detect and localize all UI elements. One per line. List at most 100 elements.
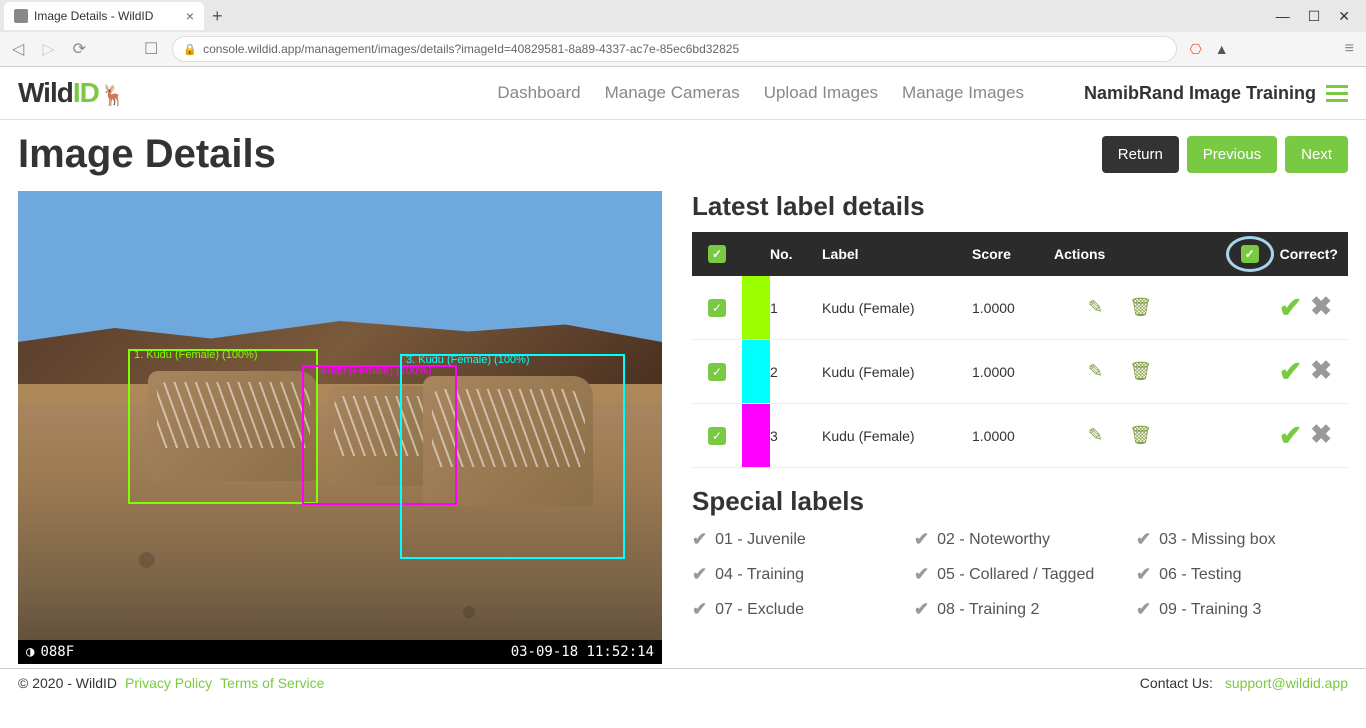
nav-links: Dashboard Manage Cameras Upload Images M…: [497, 83, 1024, 103]
col-correct: ✓ Correct?: [1186, 236, 1348, 272]
brave-shield-icon[interactable]: ⎔: [1187, 40, 1205, 58]
row-checkbox[interactable]: ✓: [708, 299, 726, 317]
previous-button[interactable]: Previous: [1187, 136, 1277, 173]
delete-icon[interactable]: 🗑: [1129, 425, 1152, 446]
logo[interactable]: WildID🦌: [18, 77, 125, 109]
reload-icon[interactable]: ⟳: [69, 37, 90, 61]
bbox-label: 3. Kudu (Female) (100%): [406, 354, 530, 366]
maximize-icon[interactable]: ☐: [1308, 8, 1321, 25]
browser-chrome: Image Details - WildID × + ― ☐ ✕ ◁ ▷ ⟳ ☐…: [0, 0, 1366, 67]
row-color: [742, 404, 770, 467]
row-color: [742, 276, 770, 339]
nav-dashboard[interactable]: Dashboard: [497, 83, 580, 103]
next-button[interactable]: Next: [1285, 136, 1348, 173]
special-label-item[interactable]: ✔08 - Training 2: [914, 599, 1126, 620]
check-icon: ✔: [1136, 529, 1151, 550]
correct-yes-icon[interactable]: ✔: [1279, 291, 1302, 324]
close-tab-icon[interactable]: ×: [186, 8, 194, 24]
contact-email[interactable]: support@wildid.app: [1225, 675, 1348, 691]
edit-icon[interactable]: ✎: [1088, 425, 1103, 446]
page-body: Image Details Return Previous Next 1. Ku…: [0, 120, 1366, 668]
special-label-item[interactable]: ✔04 - Training: [692, 564, 904, 585]
special-label-text: 02 - Noteworthy: [937, 531, 1050, 549]
table-row: ✓2Kudu (Female)1.0000✎🗑✔✖: [692, 340, 1348, 404]
bbox-1: 1. Kudu (Female) (100%): [128, 349, 318, 504]
org-name: NamibRand Image Training: [1084, 83, 1316, 104]
table-header: ✓ No. Label Score Actions ✓ Correct?: [692, 232, 1348, 276]
details-panel: Latest label details ✓ No. Label Score A…: [692, 191, 1348, 664]
delete-icon[interactable]: 🗑: [1129, 297, 1152, 318]
row-no: 3: [770, 428, 822, 444]
privacy-link[interactable]: Privacy Policy: [125, 675, 212, 691]
url-input[interactable]: 🔒 console.wildid.app/management/images/d…: [172, 36, 1176, 62]
table-row: ✓1Kudu (Female)1.0000✎🗑✔✖: [692, 276, 1348, 340]
col-no: No.: [770, 246, 822, 262]
special-label-item[interactable]: ✔ 07 - Exclude: [692, 599, 904, 620]
image-footer: ◑ 088F 03-09-18 11:52:14: [18, 640, 662, 664]
browser-tab[interactable]: Image Details - WildID ×: [4, 2, 204, 30]
logo-text-main: Wild: [18, 77, 73, 108]
table-row: ✓3Kudu (Female)1.0000✎🗑✔✖: [692, 404, 1348, 468]
edit-icon[interactable]: ✎: [1088, 297, 1103, 318]
special-label-item[interactable]: ✔ 01 - Juvenile: [692, 529, 904, 550]
terms-link[interactable]: Terms of Service: [220, 675, 324, 691]
correct-yes-icon[interactable]: ✔: [1279, 355, 1302, 388]
special-label-item[interactable]: ✔09 - Training 3: [1136, 599, 1348, 620]
col-score: Score: [972, 246, 1054, 262]
nav-manage-cameras[interactable]: Manage Cameras: [605, 83, 740, 103]
nav-manage-images[interactable]: Manage Images: [902, 83, 1024, 103]
correct-no-icon[interactable]: ✖: [1310, 419, 1332, 452]
image-panel: 1. Kudu (Female) (100%) 2. Kudu (Female)…: [18, 191, 662, 664]
special-label-text: 07 - Exclude: [715, 601, 804, 619]
back-icon[interactable]: ◁: [8, 37, 28, 61]
moon-icon: ◑: [26, 644, 34, 660]
check-icon: ✔: [692, 599, 707, 620]
new-tab-button[interactable]: +: [204, 6, 231, 27]
delete-icon[interactable]: 🗑: [1129, 361, 1152, 382]
contact-section: Contact Us: support@wildid.app: [1140, 675, 1348, 691]
minimize-icon[interactable]: ―: [1276, 8, 1290, 25]
hamburger-icon[interactable]: [1326, 85, 1348, 102]
col-actions: Actions: [1054, 246, 1186, 262]
row-checkbox[interactable]: ✓: [708, 363, 726, 381]
row-no: 1: [770, 300, 822, 316]
row-checkbox[interactable]: ✓: [708, 427, 726, 445]
special-label-text: 06 - Testing: [1159, 566, 1241, 584]
copyright: © 2020 - WildID: [18, 675, 117, 691]
correct-no-icon[interactable]: ✖: [1310, 355, 1332, 388]
nav-upload-images[interactable]: Upload Images: [764, 83, 878, 103]
bbox-3: 3. Kudu (Female) (100%): [400, 354, 625, 559]
row-score: 1.0000: [972, 300, 1054, 316]
row-score: 1.0000: [972, 364, 1054, 380]
url-text: console.wildid.app/management/images/det…: [203, 42, 739, 56]
special-label-item[interactable]: ✔03 - Missing box: [1136, 529, 1348, 550]
col-label: Label: [822, 246, 972, 262]
check-icon: ✔: [692, 564, 707, 585]
check-icon: ✔: [1136, 599, 1151, 620]
content-row: 1. Kudu (Female) (100%) 2. Kudu (Female)…: [18, 191, 1348, 664]
special-label-item[interactable]: ✔06 - Testing: [1136, 564, 1348, 585]
return-button[interactable]: Return: [1102, 136, 1179, 173]
correct-all-checkbox[interactable]: ✓: [1241, 245, 1259, 263]
check-icon: ✔: [692, 529, 707, 550]
correct-yes-icon[interactable]: ✔: [1279, 419, 1302, 452]
page-title: Image Details: [18, 132, 276, 177]
edit-icon[interactable]: ✎: [1088, 361, 1103, 382]
close-window-icon[interactable]: ✕: [1338, 8, 1350, 25]
special-labels-section: Special labels ✔01 - Juvenile✔02 - Notew…: [692, 486, 1348, 620]
bookmark-icon[interactable]: ☐: [140, 37, 162, 61]
correct-no-icon[interactable]: ✖: [1310, 291, 1332, 324]
special-label-item[interactable]: ✔02 - Noteworthy: [914, 529, 1126, 550]
check-icon: ✔: [914, 564, 929, 585]
title-row: Image Details Return Previous Next: [18, 132, 1348, 177]
image-temp: 088F: [40, 644, 74, 660]
extension-icon[interactable]: ▲: [1213, 40, 1231, 58]
special-label-item[interactable]: ✔05 - Collared / Tagged: [914, 564, 1126, 585]
menu-icon[interactable]: ≡: [1341, 38, 1358, 60]
col-correct-text: Correct?: [1280, 246, 1338, 262]
row-color: [742, 340, 770, 403]
select-all-checkbox[interactable]: ✓: [708, 245, 726, 263]
tab-bar: Image Details - WildID × + ― ☐ ✕: [0, 0, 1366, 32]
forward-icon[interactable]: ▷: [38, 37, 58, 61]
special-label-text: 01 - Juvenile: [715, 531, 806, 549]
